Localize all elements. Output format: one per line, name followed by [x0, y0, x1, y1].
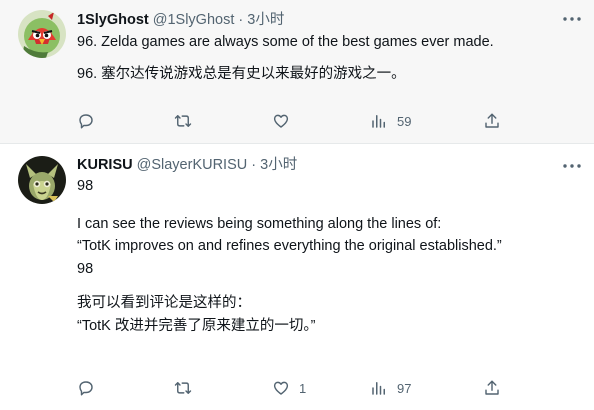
avatar[interactable]: [18, 10, 66, 58]
like-button[interactable]: 1: [272, 376, 306, 400]
like-icon: [273, 114, 289, 128]
tweet-content: 1SlyGhost @1SlyGhost · 3小时 96. Zelda gam…: [77, 11, 554, 84]
timestamp[interactable]: 3小时: [260, 157, 297, 173]
more-icon[interactable]: [562, 157, 582, 175]
angry-bird-avatar-icon: [18, 10, 66, 58]
separator-dot: ·: [238, 12, 244, 28]
tweet-header: KURISU @SlayerKURISU · 3小时: [77, 156, 554, 174]
creature-avatar-icon: [18, 156, 66, 204]
avatar[interactable]: [18, 156, 66, 204]
tweet-line: 98: [77, 178, 94, 194]
tweet-line: I can see the reviews being something al…: [77, 216, 442, 232]
tweet-header: 1SlyGhost @1SlyGhost · 3小时: [77, 11, 554, 29]
separator-dot: ·: [251, 157, 257, 173]
views-count: 97: [397, 380, 412, 396]
retweet-icon: [174, 115, 192, 127]
like-icon: [273, 381, 289, 395]
tweet-line: [77, 279, 554, 293]
display-name[interactable]: 1SlyGhost: [77, 12, 149, 28]
tweet-line: “TotK 改进并完善了原来建立的一切。”: [77, 318, 316, 334]
tweet-line: 98: [77, 261, 94, 277]
like-button[interactable]: [272, 109, 299, 133]
timestamp[interactable]: 3小时: [247, 12, 284, 28]
reply-icon: [79, 381, 93, 396]
tweet-line: “TotK improves on and refines everything…: [77, 238, 502, 254]
share-button[interactable]: [483, 376, 501, 400]
retweet-icon: [174, 382, 192, 394]
action-bar: 59: [0, 109, 594, 133]
tweet-text: 98 I can see the reviews being something…: [77, 176, 554, 336]
tweet-line: [77, 196, 554, 214]
like-count: 1: [299, 380, 307, 396]
views-count: 59: [397, 113, 412, 129]
views-icon: [372, 382, 385, 395]
tweet-line: 我可以看到评论是这样的：: [77, 295, 251, 311]
reply-icon: [79, 114, 93, 129]
display-name[interactable]: KURISU: [77, 157, 133, 173]
reply-button[interactable]: [77, 109, 104, 133]
views-button[interactable]: 59: [370, 109, 411, 133]
tweet-content: KURISU @SlayerKURISU · 3小时 98 I can see …: [77, 156, 554, 336]
share-button[interactable]: [483, 109, 501, 133]
views-button[interactable]: 97: [370, 376, 411, 400]
tweet-line: 96. 塞尔达传说游戏总是有史以来最好的游戏之一。: [77, 66, 406, 82]
share-icon: [485, 113, 499, 128]
retweet-button[interactable]: [174, 376, 201, 400]
views-icon: [372, 115, 385, 128]
action-bar: 1 97: [0, 376, 594, 400]
more-icon[interactable]: [562, 10, 582, 28]
user-handle[interactable]: @1SlyGhost: [153, 12, 235, 28]
user-handle[interactable]: @SlayerKURISU: [137, 157, 248, 173]
tweet-card[interactable]: KURISU @SlayerKURISU · 3小时 98 I can see …: [0, 144, 594, 410]
tweet-text: 96. Zelda games are always some of the b…: [77, 32, 554, 84]
tweet-line: 96. Zelda games are always some of the b…: [77, 34, 494, 50]
retweet-button[interactable]: [174, 109, 201, 133]
share-icon: [485, 380, 499, 395]
reply-button[interactable]: [77, 376, 104, 400]
tweet-card[interactable]: 1SlyGhost @1SlyGhost · 3小时 96. Zelda gam…: [0, 0, 594, 144]
